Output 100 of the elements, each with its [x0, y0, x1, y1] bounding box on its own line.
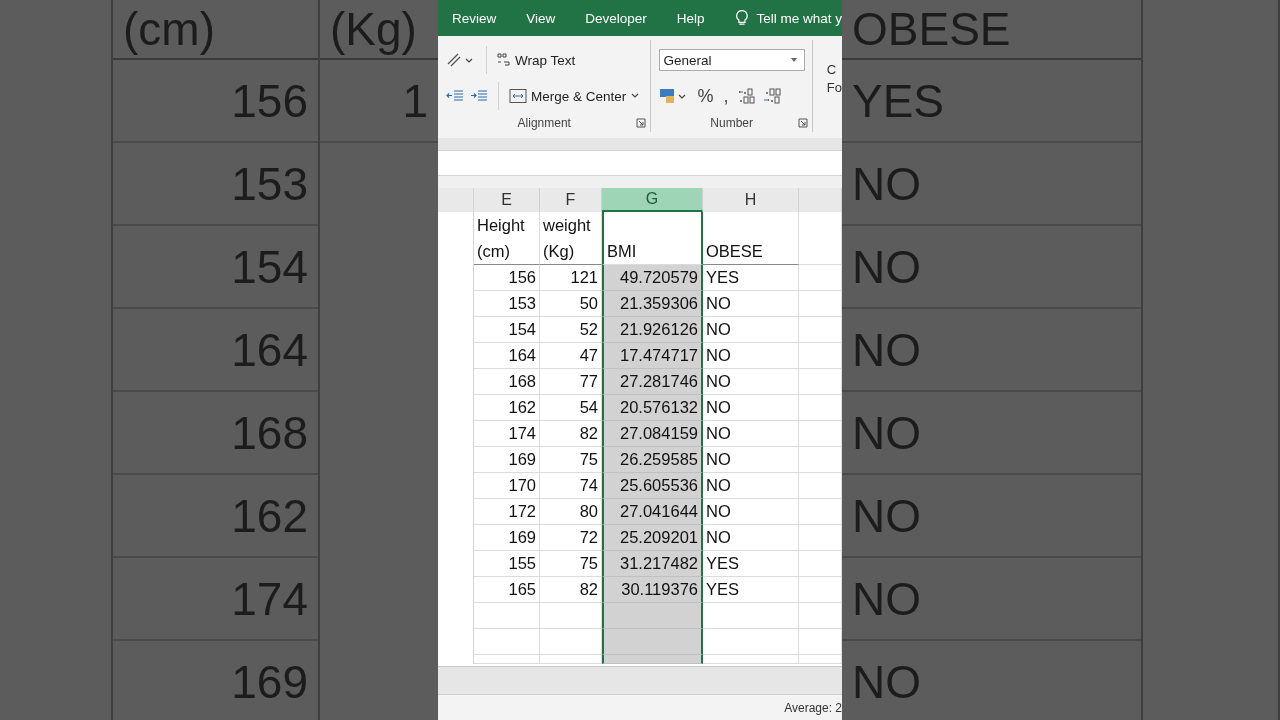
table-cell: NO [703, 291, 799, 317]
table-cell: 156 [474, 265, 540, 291]
backdrop-cell-text: 154 [113, 226, 318, 309]
table-cell: NO [703, 525, 799, 551]
table-cell: 21.359306 [602, 291, 703, 317]
backdrop-header-text: (cm) [113, 0, 318, 60]
table-cell: 155 [474, 551, 540, 577]
table-cell [799, 343, 842, 369]
backdrop-header-text: OBESE [842, 0, 1141, 60]
increase-decimal-icon[interactable] [736, 87, 757, 105]
table-cell: 170 [474, 473, 540, 499]
backdrop-cell-text: NO [842, 475, 1141, 558]
backdrop-cell-text: NO [842, 641, 1141, 720]
table-cell [799, 525, 842, 551]
table-cell [474, 655, 540, 664]
lightbulb-icon [734, 8, 749, 28]
table-cell [799, 421, 842, 447]
table-cell [799, 447, 842, 473]
table-cell: 153 [474, 291, 540, 317]
table-cell: 20.576132 [602, 395, 703, 421]
table-cell: 27.084159 [602, 421, 703, 447]
backdrop-cell-text: NO [842, 143, 1141, 226]
table-cell: 169 [474, 525, 540, 551]
table-cell [799, 473, 842, 499]
wrap-text-icon [497, 52, 511, 68]
decrease-indent-icon[interactable] [446, 88, 464, 104]
table-cell [799, 655, 842, 664]
ribbon-tab[interactable]: Review [444, 10, 505, 26]
table-cell [799, 369, 842, 395]
table-cell: 172 [474, 499, 540, 525]
table-cell: 164 [474, 343, 540, 369]
formula-bar[interactable] [438, 150, 842, 176]
header-cell: BMI [602, 212, 703, 265]
number-style-button[interactable]: % [695, 85, 716, 107]
header-cell: OBESE [703, 212, 799, 265]
increase-indent-icon[interactable] [470, 88, 488, 104]
table-cell [799, 395, 842, 421]
table-cell: 25.209201 [602, 525, 703, 551]
group-label: Alignment [517, 116, 571, 130]
cut-button-text[interactable]: C [826, 61, 842, 79]
table-cell: 26.259585 [602, 447, 703, 473]
table-cell: NO [703, 473, 799, 499]
table-cell: 27.041644 [602, 499, 703, 525]
table-cell: 31.217482 [602, 551, 703, 577]
backdrop-cell-text: 156 [113, 60, 318, 143]
table-cell: 154 [474, 317, 540, 343]
status-summary: Average: 2 [784, 700, 842, 715]
table-cell [799, 577, 842, 603]
merge-cells-icon [509, 88, 527, 104]
table-cell: 169 [474, 447, 540, 473]
ribbon-tab[interactable]: Developer [577, 10, 655, 26]
wrap-text-button[interactable]: Wrap Text [497, 52, 576, 68]
backdrop-cell-text: 153 [113, 143, 318, 226]
ribbon-tab[interactable]: View [518, 10, 564, 26]
backdrop-cell-text: YES [842, 60, 1141, 143]
column-header[interactable]: G [602, 188, 703, 212]
table-cell: NO [703, 421, 799, 447]
backdrop-cell-text: 168 [113, 392, 318, 475]
backdrop-cell-text: NO [842, 309, 1141, 392]
backdrop-cell-text: NO [842, 226, 1141, 309]
table-cell: NO [703, 447, 799, 473]
table-cell: YES [703, 551, 799, 577]
table-cell: NO [703, 499, 799, 525]
table-cell [799, 212, 842, 265]
dialog-launcher-icon[interactable] [636, 118, 647, 128]
backdrop-cell-text: NO [842, 392, 1141, 475]
caret-icon [630, 92, 641, 100]
backdrop-cell-text: 162 [113, 475, 318, 558]
merge-center-button[interactable]: Merge & Center [509, 88, 641, 104]
group-label: Number [710, 116, 753, 130]
number-style-button[interactable]: , [721, 85, 731, 107]
dialog-launcher-icon[interactable] [797, 118, 808, 128]
table-cell [474, 629, 540, 655]
table-cell: NO [703, 343, 799, 369]
table-cell [799, 265, 842, 291]
table-cell: YES [703, 265, 799, 291]
table-cell: 168 [474, 369, 540, 395]
table-cell: NO [703, 395, 799, 421]
table-cell [799, 499, 842, 525]
dropdown-arrow-icon [790, 57, 799, 63]
header-cell: Height (cm) [474, 212, 540, 265]
table-cell: NO [703, 317, 799, 343]
table-cell [799, 291, 842, 317]
table-cell [799, 603, 842, 629]
tell-me-text[interactable]: Tell me what y [756, 10, 842, 26]
table-cell: 25.605536 [602, 473, 703, 499]
ribbon-tab[interactable]: Help [668, 10, 713, 26]
table-cell [799, 629, 842, 655]
number-format-dropdown[interactable]: General [659, 49, 806, 71]
table-cell: 49.720579 [602, 265, 703, 291]
table-cell: 165 [474, 577, 540, 603]
backdrop-cell-text: NO [842, 558, 1141, 641]
decrease-decimal-icon[interactable] [762, 87, 783, 105]
cut-button-text[interactable]: Fo [826, 79, 842, 97]
column-header[interactable]: H [703, 188, 799, 212]
column-header[interactable]: E [474, 188, 540, 212]
table-cell: 162 [474, 395, 540, 421]
table-cell: YES [703, 577, 799, 603]
table-cell: NO [703, 369, 799, 395]
backdrop-cell-text: 174 [113, 558, 318, 641]
